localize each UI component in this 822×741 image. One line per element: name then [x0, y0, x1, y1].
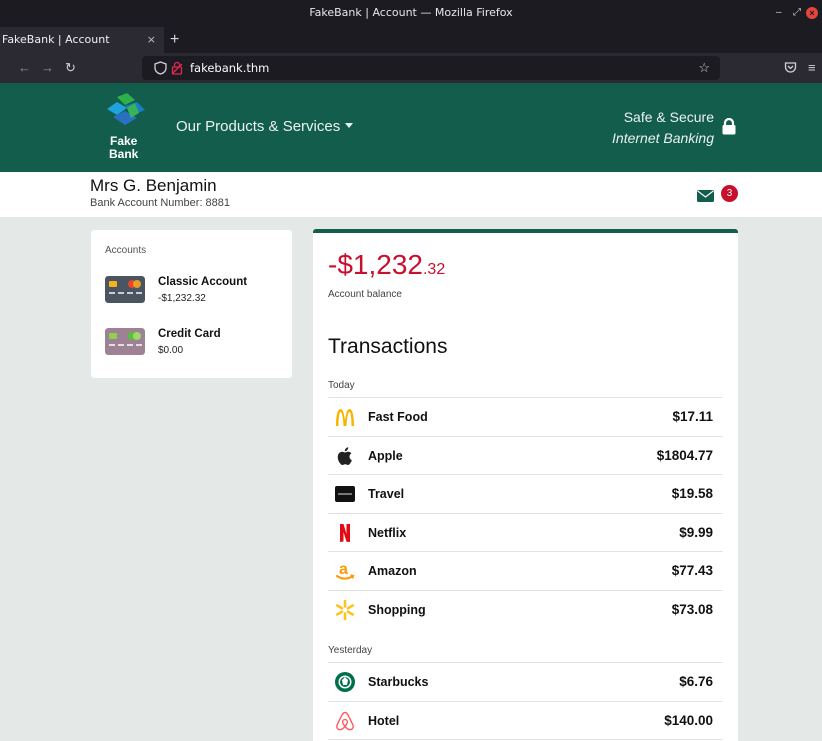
transaction-name: Hotel [368, 713, 400, 728]
message-count-badge[interactable]: 3 [721, 185, 738, 202]
transaction-name: Fast Food [368, 410, 428, 424]
safe-line-1: Safe & Secure [623, 109, 714, 125]
account-number: Bank Account Number: 8881 [90, 197, 231, 209]
transaction-name: Apple [368, 448, 403, 463]
balance-cents: .32 [422, 261, 446, 278]
transaction-row[interactable]: a Amazon $77.43 [328, 551, 723, 590]
account-item-classic[interactable]: Classic Account -$1,232.32 [105, 276, 285, 316]
balance-label: Account balance [328, 289, 402, 300]
debit-card-icon [105, 276, 145, 303]
day-label: Today [328, 380, 355, 391]
url-text[interactable]: fakebank.thm [190, 56, 269, 80]
transaction-amount: $6.76 [679, 674, 713, 689]
account-balance-amount: -$1,232.32 [328, 249, 445, 281]
transactions-today: Fast Food $17.11 Apple $1804.77 Travel $… [328, 397, 723, 628]
window-titlebar: FakeBank | Account — Mozilla Firefox [0, 0, 822, 26]
transaction-amount: $19.58 [671, 486, 713, 501]
minimize-icon[interactable]: – [776, 0, 782, 26]
accounts-panel: Accounts Classic Account -$1,232.32 Cred… [91, 230, 292, 378]
airbnb-icon [336, 711, 354, 730]
fakebank-logo-icon[interactable] [103, 93, 149, 133]
transaction-name: Amazon [368, 564, 417, 578]
transaction-row[interactable]: Hotel $140.00 [328, 700, 723, 740]
bank-header: Fake Bank Our Products & Services Safe &… [0, 83, 822, 172]
transaction-row[interactable]: Apple $1804.77 [328, 435, 723, 475]
web-page: Fake Bank Our Products & Services Safe &… [0, 83, 822, 741]
transaction-row[interactable]: Shopping $73.08 [328, 589, 723, 629]
transaction-amount: $9.99 [679, 524, 713, 540]
svg-text:a: a [339, 561, 348, 578]
transaction-row[interactable]: Starbucks $6.76 [328, 662, 723, 701]
mcdonalds-icon [336, 409, 354, 426]
tab-label: FakeBank | Account [2, 33, 110, 46]
transaction-name: Shopping [368, 602, 426, 617]
products-dropdown[interactable]: Our Products & Services [176, 118, 354, 135]
safe-secure-text: Safe & Secure Internet Banking [612, 107, 714, 149]
user-name: Mrs G. Benjamin [90, 176, 217, 195]
transaction-amount: $1804.77 [656, 447, 713, 463]
pocket-icon[interactable] [784, 61, 797, 74]
credit-card-icon [105, 328, 145, 355]
account-main-panel: -$1,232.32 Account balance Transactions … [313, 229, 738, 741]
safe-line-2: Internet Banking [612, 130, 714, 146]
accounts-title: Accounts [105, 245, 147, 256]
account-balance: $0.00 [158, 345, 184, 356]
caret-down-icon [345, 123, 354, 128]
insecure-lock-icon[interactable] [171, 61, 183, 75]
envelope-icon[interactable] [697, 190, 714, 202]
transaction-row[interactable]: Fast Food $17.11 [328, 397, 723, 436]
url-bar[interactable]: fakebank.thm ☆ [142, 56, 720, 80]
lock-icon [722, 118, 736, 135]
transactions-yesterday: Starbucks $6.76 Hotel $140.00 [328, 662, 723, 741]
logo-line-2: Bank [109, 147, 139, 161]
logo-text[interactable]: Fake Bank [109, 135, 138, 161]
transaction-row[interactable]: Travel $19.58 [328, 474, 723, 513]
back-icon[interactable]: ← [18, 53, 31, 83]
tab-fakebank[interactable]: FakeBank | Account × [0, 27, 164, 53]
reload-icon[interactable]: ↻ [65, 53, 76, 83]
transaction-amount: $73.08 [671, 601, 713, 617]
transaction-name: Starbucks [368, 675, 429, 689]
walmart-icon [335, 599, 355, 620]
navigation-bar: ← → ↻ fakebank.thm ☆ ≡ [0, 53, 822, 83]
forward-icon[interactable]: → [41, 53, 54, 83]
day-label: Yesterday [328, 645, 373, 656]
maximize-icon[interactable]: ⤢ [793, 0, 801, 26]
account-name: Classic Account [158, 276, 248, 288]
browser-window: FakeBank | Account — Mozilla Firefox – ⤢… [0, 0, 822, 741]
apple-icon [337, 446, 352, 465]
account-balance: -$1,232.32 [158, 293, 206, 304]
balance-dollars: -$1,232 [328, 249, 423, 280]
transaction-amount: $140.00 [664, 712, 713, 728]
starbucks-icon [335, 672, 355, 692]
account-name: Credit Card [158, 328, 221, 340]
user-bar: Mrs G. Benjamin Bank Account Number: 888… [0, 172, 822, 217]
tab-close-icon[interactable]: × [147, 27, 156, 53]
products-label: Our Products & Services [176, 118, 341, 135]
transaction-amount: $17.11 [672, 409, 713, 424]
transaction-name: Travel [368, 487, 405, 501]
transaction-row[interactable]: Netflix $9.99 [328, 512, 723, 552]
window-title: FakeBank | Account — Mozilla Firefox [309, 6, 513, 19]
transaction-name: Netflix [368, 525, 407, 540]
tab-bar: FakeBank | Account × [0, 26, 822, 53]
transactions-title: Transactions [328, 335, 448, 358]
menu-icon[interactable]: ≡ [808, 53, 816, 83]
bookmark-star-icon[interactable]: ☆ [698, 56, 710, 80]
netflix-icon [340, 523, 350, 542]
new-tab-button[interactable]: + [170, 27, 179, 53]
amazon-icon: a [336, 561, 355, 580]
transaction-amount: $77.43 [671, 563, 713, 578]
shield-icon[interactable] [154, 61, 167, 75]
account-item-credit-card[interactable]: Credit Card $0.00 [105, 328, 285, 368]
uber-icon [335, 486, 355, 502]
window-close-icon[interactable]: × [806, 7, 818, 19]
